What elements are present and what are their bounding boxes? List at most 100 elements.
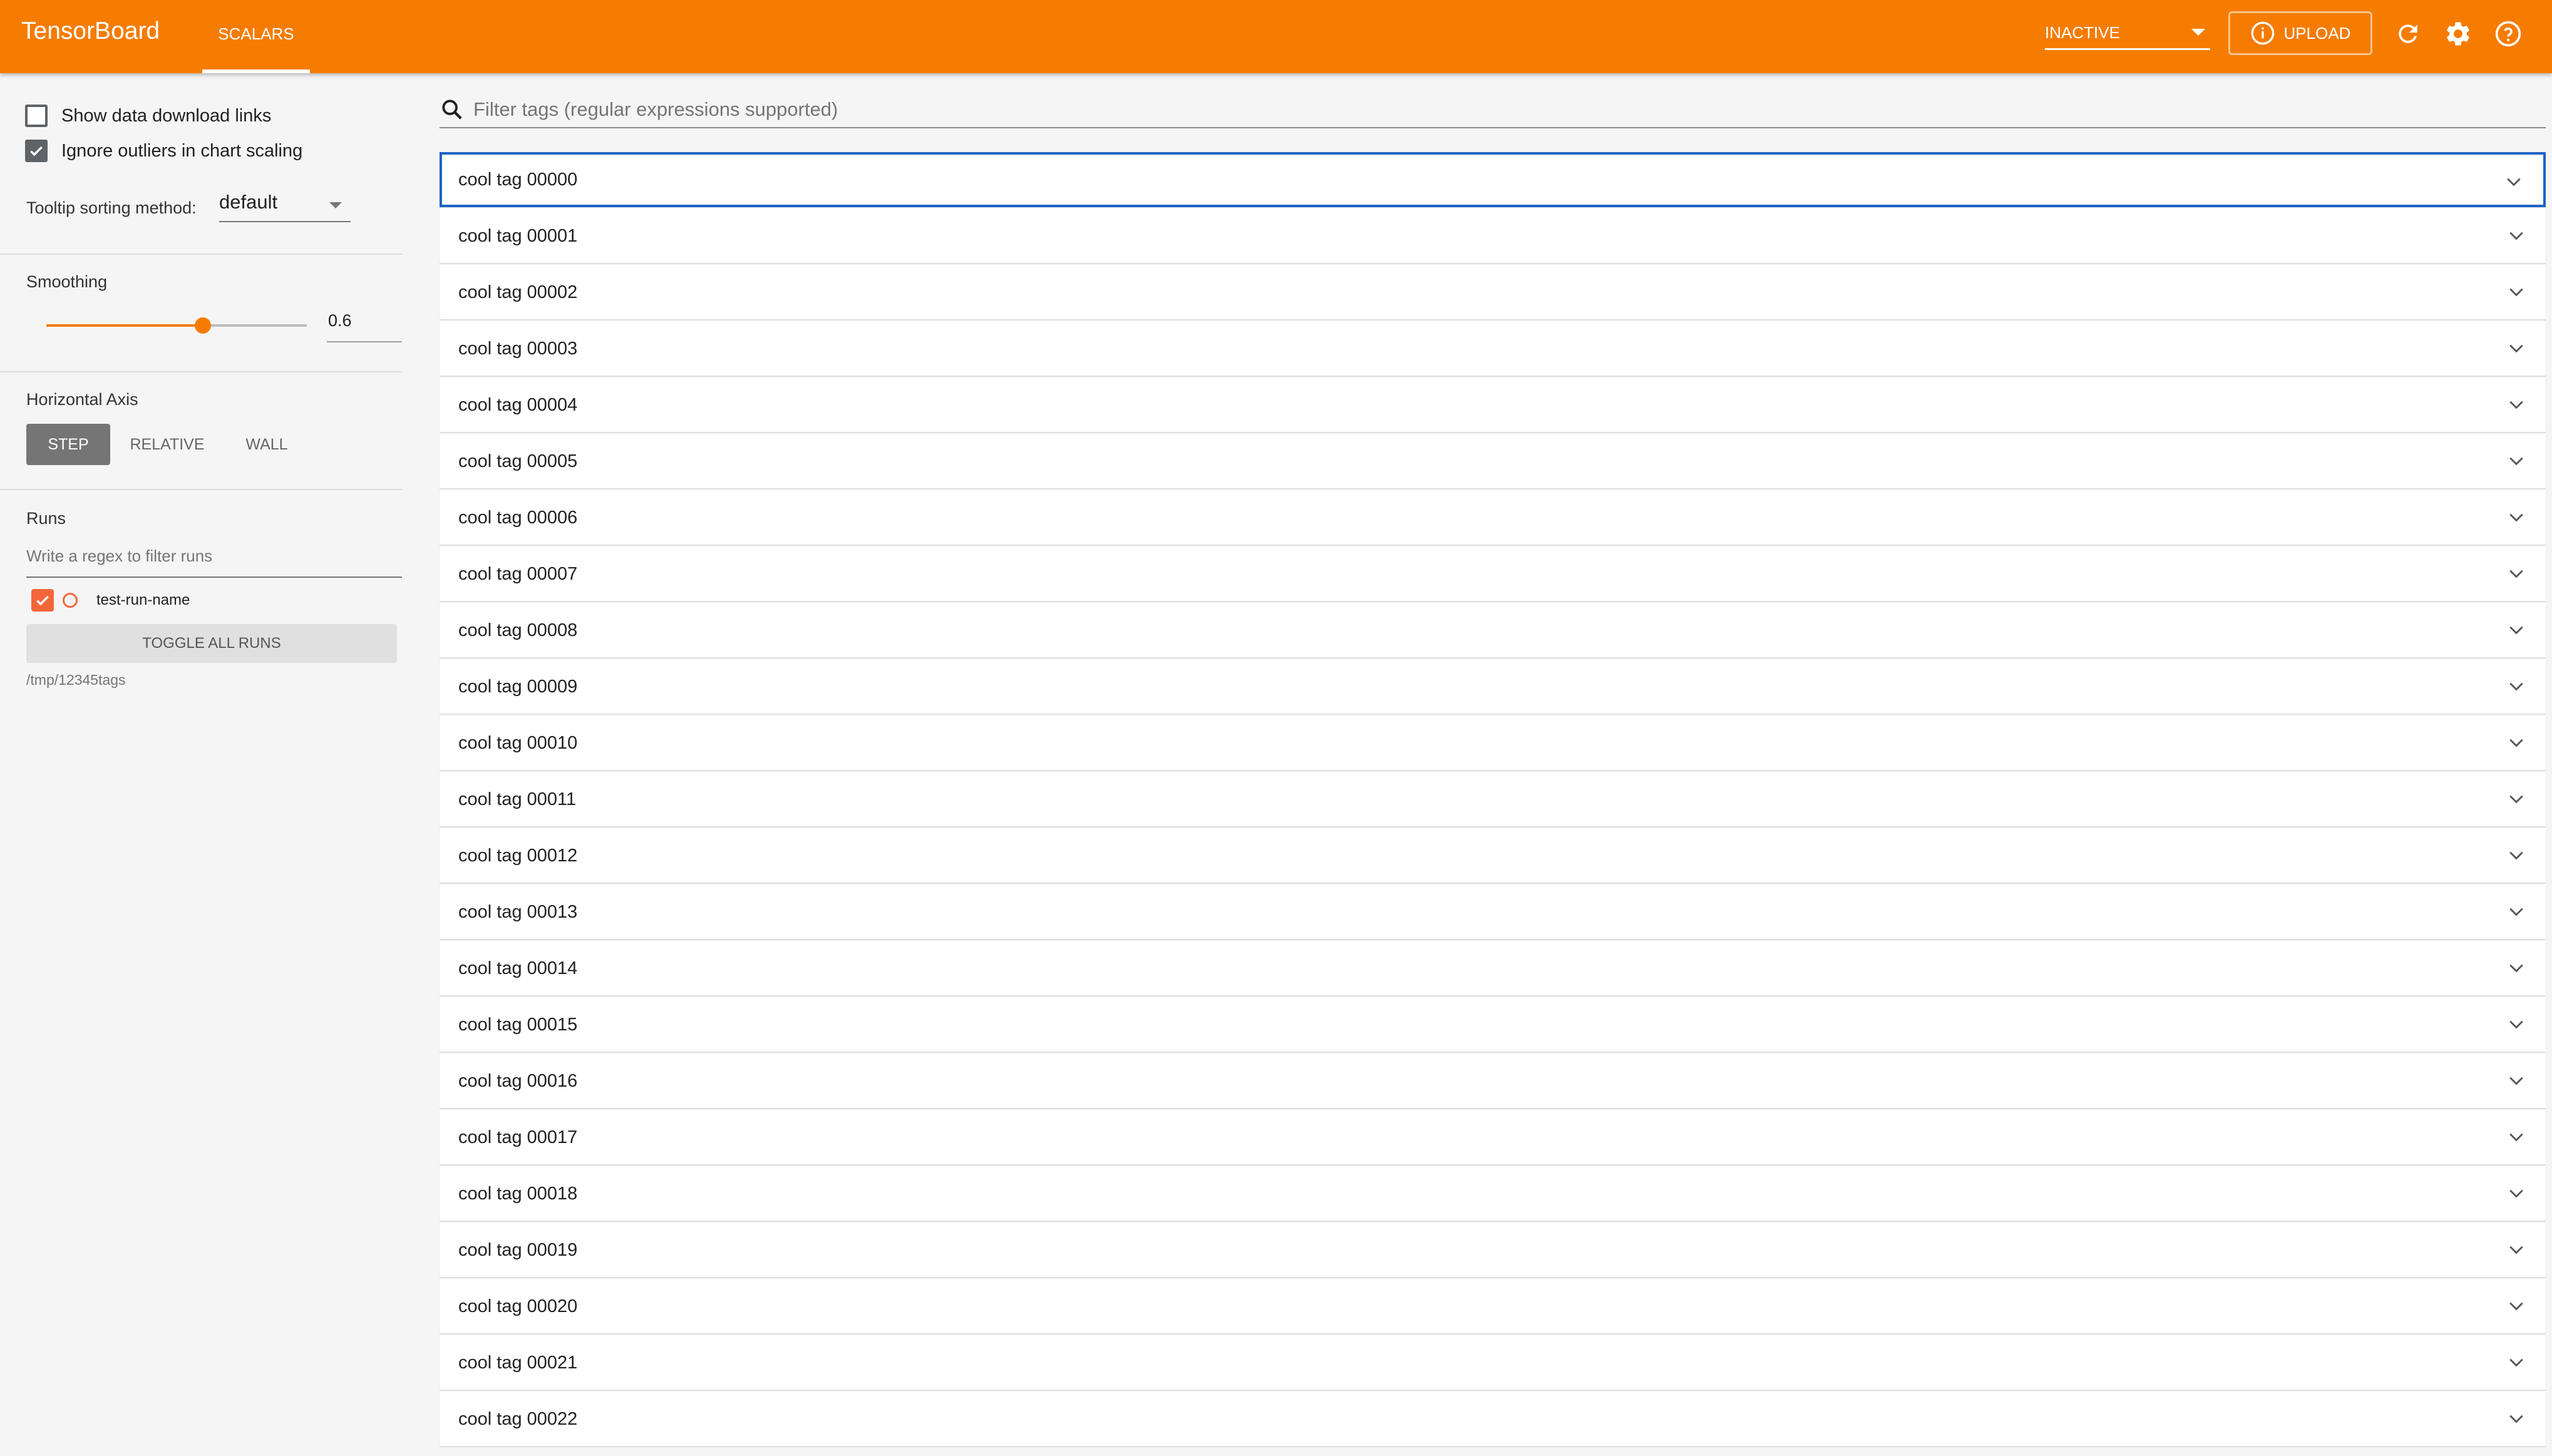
tag-group-row[interactable]: cool tag 00008 <box>440 603 2546 658</box>
runs-label: Runs <box>26 509 66 528</box>
tag-group-row[interactable]: cool tag 00018 <box>440 1166 2546 1221</box>
ignore-outliers-label: Ignore outliers in chart scaling <box>61 140 303 161</box>
chevron-down-icon[interactable] <box>2508 510 2524 524</box>
chevron-down-icon[interactable] <box>2508 1355 2524 1369</box>
tag-group-row[interactable]: cool tag 00011 <box>440 772 2546 827</box>
ignore-outliers-option[interactable]: Ignore outliers in chart scaling <box>25 140 302 162</box>
tag-group-row[interactable]: cool tag 00019 <box>440 1223 2546 1278</box>
tag-group-name: cool tag 00009 <box>458 677 578 697</box>
ignore-outliers-checkbox[interactable] <box>25 140 48 162</box>
chevron-down-icon[interactable] <box>2508 228 2524 242</box>
axis-wall-button[interactable]: WALL <box>232 424 302 465</box>
chevron-down-icon[interactable] <box>2506 175 2522 188</box>
tag-group-row[interactable]: cool tag 00000 <box>440 152 2546 207</box>
smoothing-value: 0.6 <box>328 311 352 330</box>
tag-group-name: cool tag 00013 <box>458 902 578 922</box>
tag-group-name: cool tag 00022 <box>458 1409 578 1429</box>
smoothing-slider[interactable] <box>46 317 307 334</box>
tag-group-name: cool tag 00001 <box>458 226 578 246</box>
chevron-down-icon[interactable] <box>2508 1074 2524 1087</box>
tooltip-sorting-label: Tooltip sorting method: <box>26 198 197 217</box>
tag-group-row[interactable]: cool tag 00017 <box>440 1110 2546 1165</box>
run-checkbox[interactable] <box>31 589 54 612</box>
tab-scalars-label: SCALARS <box>218 24 294 43</box>
data-status-select[interactable]: INACTIVE <box>2045 18 2210 50</box>
tag-group-name: cool tag 00003 <box>458 339 578 359</box>
upload-label: UPLOAD <box>2283 23 2351 43</box>
tag-group-name: cool tag 00000 <box>458 170 578 190</box>
chevron-down-icon[interactable] <box>2508 1130 2524 1144</box>
tag-group-row[interactable]: cool tag 00016 <box>440 1054 2546 1109</box>
tag-group-row[interactable]: cool tag 00007 <box>440 546 2546 602</box>
tag-list: cool tag 00000 cool tag 00001 cool tag 000… <box>440 152 2546 1448</box>
chevron-down-icon[interactable] <box>2508 285 2524 299</box>
tag-group-name: cool tag 00004 <box>458 395 578 415</box>
axis-relative-button[interactable]: RELATIVE <box>123 424 212 465</box>
refresh-icon[interactable] <box>2390 16 2426 51</box>
help-icon[interactable] <box>2491 16 2526 51</box>
tag-group-row[interactable]: cool tag 00014 <box>440 941 2546 996</box>
tag-group-row[interactable]: cool tag 00005 <box>440 434 2546 489</box>
tag-group-row[interactable]: cool tag 00012 <box>440 828 2546 883</box>
tag-group-name: cool tag 00007 <box>458 564 578 584</box>
toggle-all-runs-button[interactable]: TOGGLE ALL RUNS <box>26 624 397 663</box>
chevron-down-icon[interactable] <box>2508 341 2524 355</box>
tag-group-name: cool tag 00016 <box>458 1071 578 1091</box>
chevron-down-icon[interactable] <box>2508 848 2524 862</box>
smoothing-slider-thumb[interactable] <box>194 317 211 334</box>
tag-group-row[interactable]: cool tag 00013 <box>440 884 2546 940</box>
axis-step-button[interactable]: STEP <box>26 424 110 465</box>
tag-group-row[interactable]: cool tag 00010 <box>440 715 2546 771</box>
tag-group-row[interactable]: cool tag 00003 <box>440 321 2546 376</box>
tag-group-name: cool tag 00019 <box>458 1240 578 1260</box>
chevron-down-icon[interactable] <box>2508 1299 2524 1313</box>
upload-button[interactable]: UPLOAD <box>2228 11 2372 55</box>
tag-group-row[interactable]: cool tag 00001 <box>440 208 2546 264</box>
show-download-links-checkbox[interactable] <box>25 105 48 127</box>
chevron-down-icon[interactable] <box>2508 397 2524 411</box>
tag-group-name: cool tag 00005 <box>458 451 578 471</box>
tag-group-row[interactable]: cool tag 00020 <box>440 1279 2546 1334</box>
smoothing-value-input[interactable]: 0.6 <box>327 311 402 342</box>
chevron-down-icon[interactable] <box>2508 1243 2524 1256</box>
tag-group-name: cool tag 00002 <box>458 282 578 302</box>
logdir-path: /tmp/12345tags <box>26 672 126 688</box>
chevron-down-icon[interactable] <box>2508 679 2524 693</box>
tag-group-name: cool tag 00017 <box>458 1127 578 1147</box>
run-color-swatch[interactable] <box>63 593 78 608</box>
tag-group-row[interactable]: cool tag 00006 <box>440 490 2546 545</box>
app-title: TensorBoard <box>21 18 160 44</box>
runs-filter-placeholder: Write a regex to filter runs <box>26 546 213 565</box>
tag-group-row[interactable]: cool tag 00021 <box>440 1335 2546 1390</box>
chevron-down-icon[interactable] <box>2508 1412 2524 1425</box>
tooltip-sorting-select[interactable]: default <box>219 191 351 222</box>
chevron-down-icon[interactable] <box>2508 623 2524 637</box>
tag-group-row[interactable]: cool tag 00022 <box>440 1392 2546 1447</box>
chevron-down-icon[interactable] <box>2508 961 2524 975</box>
tooltip-sorting-value: default <box>219 191 278 213</box>
tag-group-row[interactable]: cool tag 00015 <box>440 997 2546 1052</box>
tab-scalars[interactable]: SCALARS <box>202 0 310 73</box>
checkmark-icon <box>30 146 43 156</box>
chevron-down-icon[interactable] <box>2508 1186 2524 1200</box>
tag-filter-input[interactable]: Filter tags (regular expressions support… <box>440 92 2546 128</box>
tag-group-row[interactable]: cool tag 00002 <box>440 265 2546 320</box>
chevron-down-icon[interactable] <box>2508 454 2524 468</box>
show-download-links-option[interactable]: Show data download links <box>25 105 271 127</box>
tag-group-name: cool tag 00014 <box>458 958 578 978</box>
show-download-links-label: Show data download links <box>61 105 272 126</box>
checkmark-icon <box>36 595 49 606</box>
tag-group-row[interactable]: cool tag 00009 <box>440 659 2546 714</box>
tag-group-row[interactable]: cool tag 00004 <box>440 377 2546 433</box>
chevron-down-icon[interactable] <box>2508 1017 2524 1031</box>
settings-icon[interactable] <box>2441 16 2476 51</box>
runs-filter-input[interactable]: Write a regex to filter runs <box>26 546 402 578</box>
chevron-down-icon[interactable] <box>2508 905 2524 918</box>
info-icon <box>2251 21 2274 45</box>
chevron-down-icon[interactable] <box>2508 792 2524 806</box>
run-item[interactable]: test-run-name <box>31 589 190 612</box>
chevron-down-icon[interactable] <box>2508 567 2524 580</box>
tag-group-name: cool tag 00015 <box>458 1015 578 1035</box>
run-name: test-run-name <box>96 592 190 608</box>
chevron-down-icon[interactable] <box>2508 736 2524 749</box>
